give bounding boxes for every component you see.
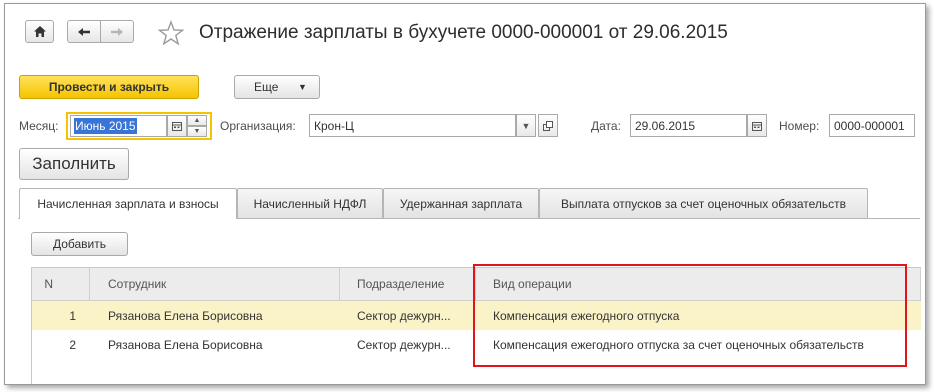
row-department: Сектор дежурн... [357,337,451,352]
organization-dropdown-button[interactable]: ▼ [516,114,536,137]
row-department: Сектор дежурн... [357,308,451,323]
number-input[interactable]: 0000-000001 [829,114,915,137]
chevron-down-icon: ▼ [298,82,307,92]
column-header-department-label: Подразделение [357,277,445,291]
month-stepper-up[interactable]: ▲ [187,115,207,126]
arrow-right-icon [111,27,123,36]
column-header-n-label: N [44,277,53,291]
organization-open-button[interactable] [538,114,558,137]
month-value: Июнь 2015 [74,118,137,134]
month-label: Месяц: [19,119,59,133]
post-and-close-button[interactable]: Провести и закрыть [19,75,199,99]
more-button[interactable]: Еще ▼ [234,75,320,99]
tab-accrued-salary[interactable]: Начисленная зарплата и взносы [19,188,237,219]
row-employee: Рязанова Елена Борисовна [108,308,263,323]
date-calendar-button[interactable] [747,114,767,137]
more-button-label: Еще [254,80,279,94]
add-button[interactable]: Добавить [31,232,128,256]
chevron-down-icon: ▼ [521,120,531,131]
arrow-left-icon [78,27,90,36]
row-number: 2 [69,337,76,352]
back-button[interactable] [67,20,101,43]
calendar-icon [172,122,182,131]
organization-input[interactable]: Крон-Ц [309,114,516,137]
row-number: 1 [69,308,76,323]
open-form-icon [543,120,553,131]
month-stepper-down[interactable]: ▼ [187,126,207,137]
tab-withheld-salary[interactable]: Удержанная зарплата [383,188,539,218]
home-icon [33,26,46,37]
column-header-department[interactable]: Подразделение [340,268,476,301]
column-header-employee[interactable]: Сотрудник [90,268,340,301]
organization-label: Организация: [220,119,296,133]
calendar-icon [752,121,762,131]
date-label: Дата: [591,119,621,133]
number-label: Номер: [779,119,820,133]
fill-button[interactable]: Заполнить [19,148,129,180]
column-header-employee-label: Сотрудник [108,277,167,291]
home-button[interactable] [25,20,54,43]
forward-button[interactable] [100,20,134,43]
tab-accrued-ndfl[interactable]: Начисленный НДФЛ [237,188,383,218]
row-employee: Рязанова Елена Борисовна [108,337,263,352]
page-title: Отражение зарплаты в бухучете 0000-00000… [199,22,728,43]
star-icon [157,20,185,46]
column-header-n[interactable]: N [32,268,90,301]
highlight-box [473,264,907,367]
favorite-star[interactable] [157,20,185,46]
date-input[interactable]: 29.06.2015 [630,114,747,137]
month-calendar-button[interactable] [167,115,187,137]
month-input[interactable]: Июнь 2015 [70,115,167,137]
tab-vacation-payments[interactable]: Выплата отпусков за счет оценочных обяза… [539,188,868,218]
